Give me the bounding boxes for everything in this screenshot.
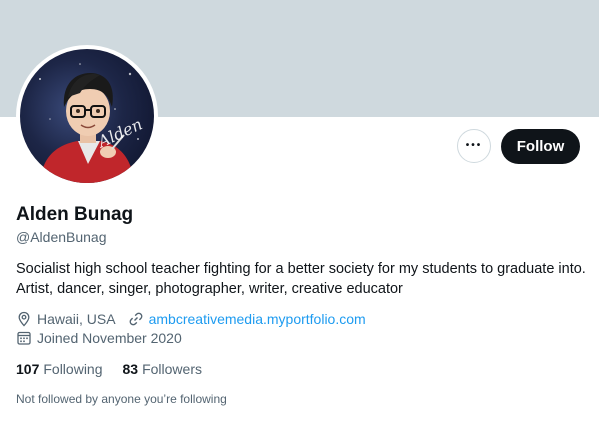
following-label: Following xyxy=(43,361,103,377)
link-icon xyxy=(128,311,144,327)
display-name: Alden Bunag xyxy=(16,204,134,225)
more-options-button[interactable]: ••• xyxy=(457,129,491,163)
avatar[interactable]: Alden xyxy=(20,49,154,183)
more-icon: ••• xyxy=(465,140,483,151)
follow-stats: 107 Following 83 Followers xyxy=(16,361,222,377)
follow-button-label: Follow xyxy=(516,138,565,155)
profile-joined-row: Joined November 2020 xyxy=(16,330,182,346)
website-link[interactable]: ambcreativemedia.myportfolio.com xyxy=(149,311,366,327)
follow-button[interactable]: Follow xyxy=(501,129,580,164)
profile-bio: Socialist high school teacher fighting f… xyxy=(16,261,586,297)
joined-date: Joined November 2020 xyxy=(37,330,182,346)
followers-label: Followers xyxy=(142,361,202,377)
avatar-illustration xyxy=(39,63,139,183)
avatar-frame: Alden xyxy=(16,45,158,187)
user-handle: @AldenBunag xyxy=(16,229,107,245)
location-pin-icon xyxy=(16,311,32,327)
followers-count: 83 xyxy=(122,361,139,377)
social-context-text: Not followed by anyone you’re following xyxy=(16,392,227,406)
following-link[interactable]: 107 Following xyxy=(16,361,103,377)
profile-meta-row: Hawaii, USA ambcreativemedia.myportfolio… xyxy=(16,311,366,327)
location-text: Hawaii, USA xyxy=(37,311,116,327)
following-count: 107 xyxy=(16,361,40,377)
calendar-icon xyxy=(16,330,32,346)
followers-link[interactable]: 83 Followers xyxy=(123,361,202,377)
